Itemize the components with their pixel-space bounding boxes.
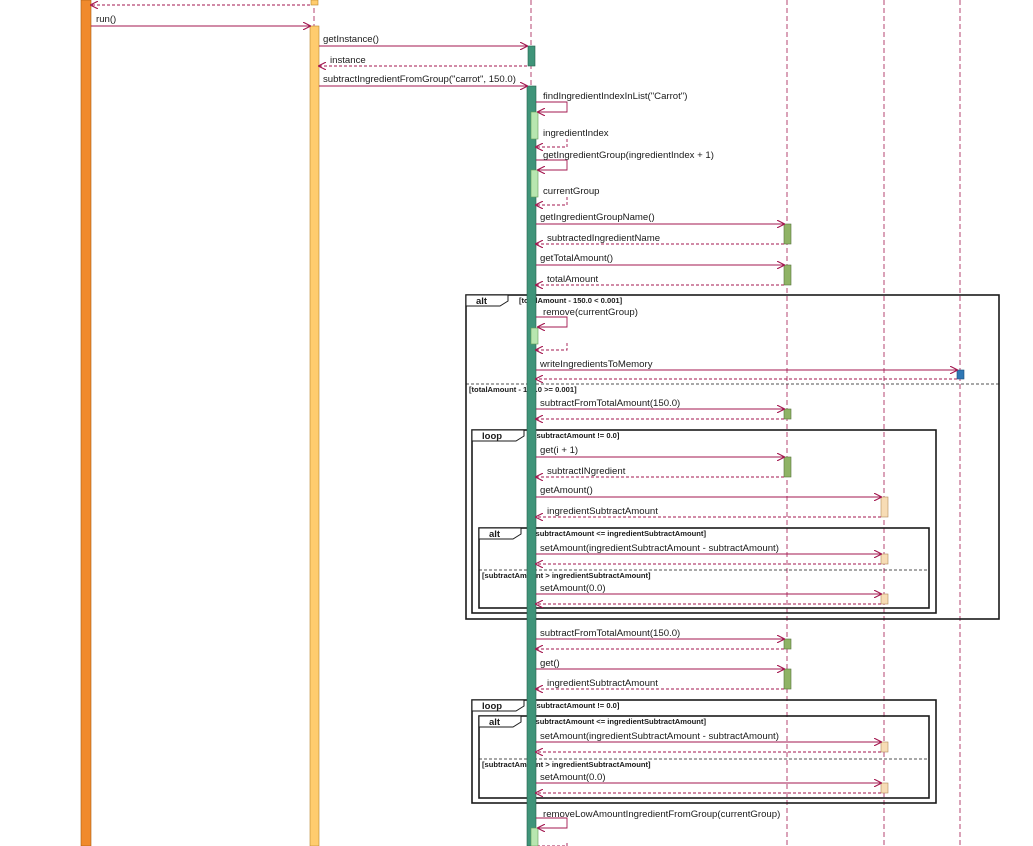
svg-text:subtractFromTotalAmount(150.0): subtractFromTotalAmount(150.0)	[540, 628, 680, 639]
alt-fragment-2: alt [subtractAmount <= ingredientSubtrac…	[478, 527, 930, 609]
svg-text:getInstance(): getInstance()	[323, 34, 379, 45]
activation-bar	[783, 264, 792, 286]
message-get-amount: getAmount()	[536, 485, 881, 497]
alt-fragment-3: alt [subtractAmount <= ingredientSubtrac…	[478, 715, 930, 799]
svg-text:setAmount(ingredientSubtractAm: setAmount(ingredientSubtractAmount - sub…	[540, 731, 779, 742]
svg-text:getIngredientGroup(ingredientI: getIngredientGroup(ingredientIndex + 1)	[543, 150, 714, 161]
svg-text:instance: instance	[330, 55, 366, 66]
message-remove-low-amount-ingredient: removeLowAmountIngredientFromGroup(curre…	[536, 809, 780, 828]
svg-text:setAmount(0.0): setAmount(0.0)	[540, 772, 606, 783]
activation-bar	[530, 827, 539, 846]
message-set-amount-difference: setAmount(ingredientSubtractAmount - sub…	[536, 543, 881, 554]
svg-text:ingredientSubtractAmount: ingredientSubtractAmount	[547, 506, 658, 517]
svg-text:currentGroup: currentGroup	[543, 186, 600, 197]
loop-2-guard: [subtractAmount != 0.0]	[534, 701, 620, 710]
alt-2-guard-1: [subtractAmount <= ingredientSubtractAmo…	[533, 529, 706, 538]
message-find-ingredient-index: findIngredientIndexInList("Carrot")	[536, 91, 687, 112]
message-remove-current-group: remove(currentGroup)	[536, 307, 638, 327]
svg-text:setAmount(0.0): setAmount(0.0)	[540, 583, 606, 594]
activation-bar	[783, 223, 792, 245]
alt-1-tag: alt	[476, 296, 488, 307]
message-write-ingredients-to-memory: writeIngredientsToMemory	[536, 359, 957, 379]
svg-text:ingredientSubtractAmount: ingredientSubtractAmount	[547, 678, 658, 689]
svg-text:get(i + 1): get(i + 1)	[540, 445, 578, 456]
message-get-i-plus-1: get(i + 1)	[536, 445, 784, 457]
message-ingredient-subtract-amount-return: ingredientSubtractAmount	[536, 506, 881, 517]
alt-2-tag: alt	[489, 529, 501, 540]
message-instance-return: instance	[319, 55, 527, 66]
alt-2-guard-2: [subtractAmount > ingredientSubtractAmou…	[482, 571, 651, 580]
activation-bar	[783, 668, 792, 690]
svg-text:ingredientIndex: ingredientIndex	[543, 128, 609, 139]
svg-text:subtractedIngredientName: subtractedIngredientName	[547, 233, 660, 244]
loop-1-tag: loop	[482, 431, 502, 442]
activation-bar	[530, 327, 539, 345]
message-total-amount-return: totalAmount	[536, 274, 784, 285]
activation-bar	[880, 553, 889, 565]
svg-text:writeIngredientsToMemory: writeIngredientsToMemory	[539, 359, 653, 370]
activation-bar	[880, 782, 889, 794]
activation-bar	[783, 456, 792, 478]
svg-text:totalAmount: totalAmount	[547, 274, 599, 285]
loop-2-tag: loop	[482, 701, 502, 712]
svg-text:getAmount(): getAmount()	[540, 485, 593, 496]
activation-bar	[880, 496, 889, 518]
activation-bar	[526, 85, 537, 846]
alt-3-tag: alt	[489, 717, 501, 728]
svg-text:setAmount(ingredientSubtractAm: setAmount(ingredientSubtractAmount - sub…	[540, 543, 779, 554]
message-subtracted-ingredient-name-return: subtractedIngredientName	[536, 233, 784, 244]
message-set-amount-zero: setAmount(0.0)	[536, 583, 881, 594]
svg-text:remove(currentGroup): remove(currentGroup)	[543, 307, 638, 318]
svg-text:subtractFromTotalAmount(150.0): subtractFromTotalAmount(150.0)	[540, 398, 680, 409]
svg-text:subtractINgredient: subtractINgredient	[547, 466, 626, 477]
message-ingredient-subtract-amount-return-2: ingredientSubtractAmount	[536, 678, 784, 689]
activation-bar	[310, 0, 319, 6]
message-subtract-from-total-amount: subtractFromTotalAmount(150.0)	[536, 398, 784, 409]
activation-bar	[530, 169, 539, 198]
svg-text:findIngredientIndexInList("Car: findIngredientIndexInList("Carrot")	[543, 91, 687, 102]
activation-bar	[527, 45, 536, 67]
svg-text:removeLowAmountIngredientFromG: removeLowAmountIngredientFromGroup(curre…	[543, 809, 780, 820]
activation-bar	[530, 111, 539, 140]
activation-bar	[309, 25, 320, 846]
activation-bar	[783, 408, 792, 420]
message-ingredient-index-return: ingredientIndex	[536, 128, 609, 147]
message-get-total-amount: getTotalAmount()	[536, 253, 784, 265]
message-subtract-ingredient-return: subtractINgredient	[536, 466, 784, 477]
message-set-amount-difference-2: setAmount(ingredientSubtractAmount - sub…	[536, 731, 881, 742]
message-get: get()	[536, 658, 784, 669]
message-run: run()	[91, 14, 310, 26]
activation-bar	[783, 638, 792, 650]
message-subtract-from-total-amount-2: subtractFromTotalAmount(150.0)	[536, 628, 784, 639]
alt-3-guard-2: [subtractAmount > ingredientSubtractAmou…	[482, 760, 651, 769]
activation-bar	[80, 0, 92, 846]
message-get-instance: getInstance()	[319, 34, 527, 46]
message-set-amount-zero-2: setAmount(0.0)	[536, 772, 881, 783]
activation-bar	[880, 593, 889, 605]
svg-text:run(): run()	[96, 14, 116, 25]
activation-bar	[880, 741, 889, 753]
message-subtract-ingredient-from-group: subtractIngredientFromGroup("carrot", 15…	[319, 74, 527, 86]
alt-1-guard-2: [totalAmount - 150.0 >= 0.001]	[469, 385, 577, 394]
message-current-group-return: currentGroup	[536, 186, 600, 205]
svg-text:get(): get()	[540, 658, 560, 669]
activation-bar	[956, 369, 965, 380]
svg-text:getIngredientGroupName(): getIngredientGroupName()	[540, 212, 655, 223]
svg-text:getTotalAmount(): getTotalAmount()	[540, 253, 613, 264]
message-get-ingredient-group-name: getIngredientGroupName()	[536, 212, 784, 224]
svg-text:subtractIngredientFromGroup("c: subtractIngredientFromGroup("carrot", 15…	[323, 74, 516, 85]
loop-1-guard: [subtractAmount != 0.0]	[534, 431, 620, 440]
self-return-arrow	[536, 343, 568, 350]
message-get-ingredient-group: getIngredientGroup(ingredientIndex + 1)	[536, 150, 714, 170]
alt-3-guard-1: [subtractAmount <= ingredientSubtractAmo…	[533, 717, 706, 726]
sequence-diagram: alt [totalAmount - 150.0 < 0.001] [total…	[80, 0, 1000, 846]
